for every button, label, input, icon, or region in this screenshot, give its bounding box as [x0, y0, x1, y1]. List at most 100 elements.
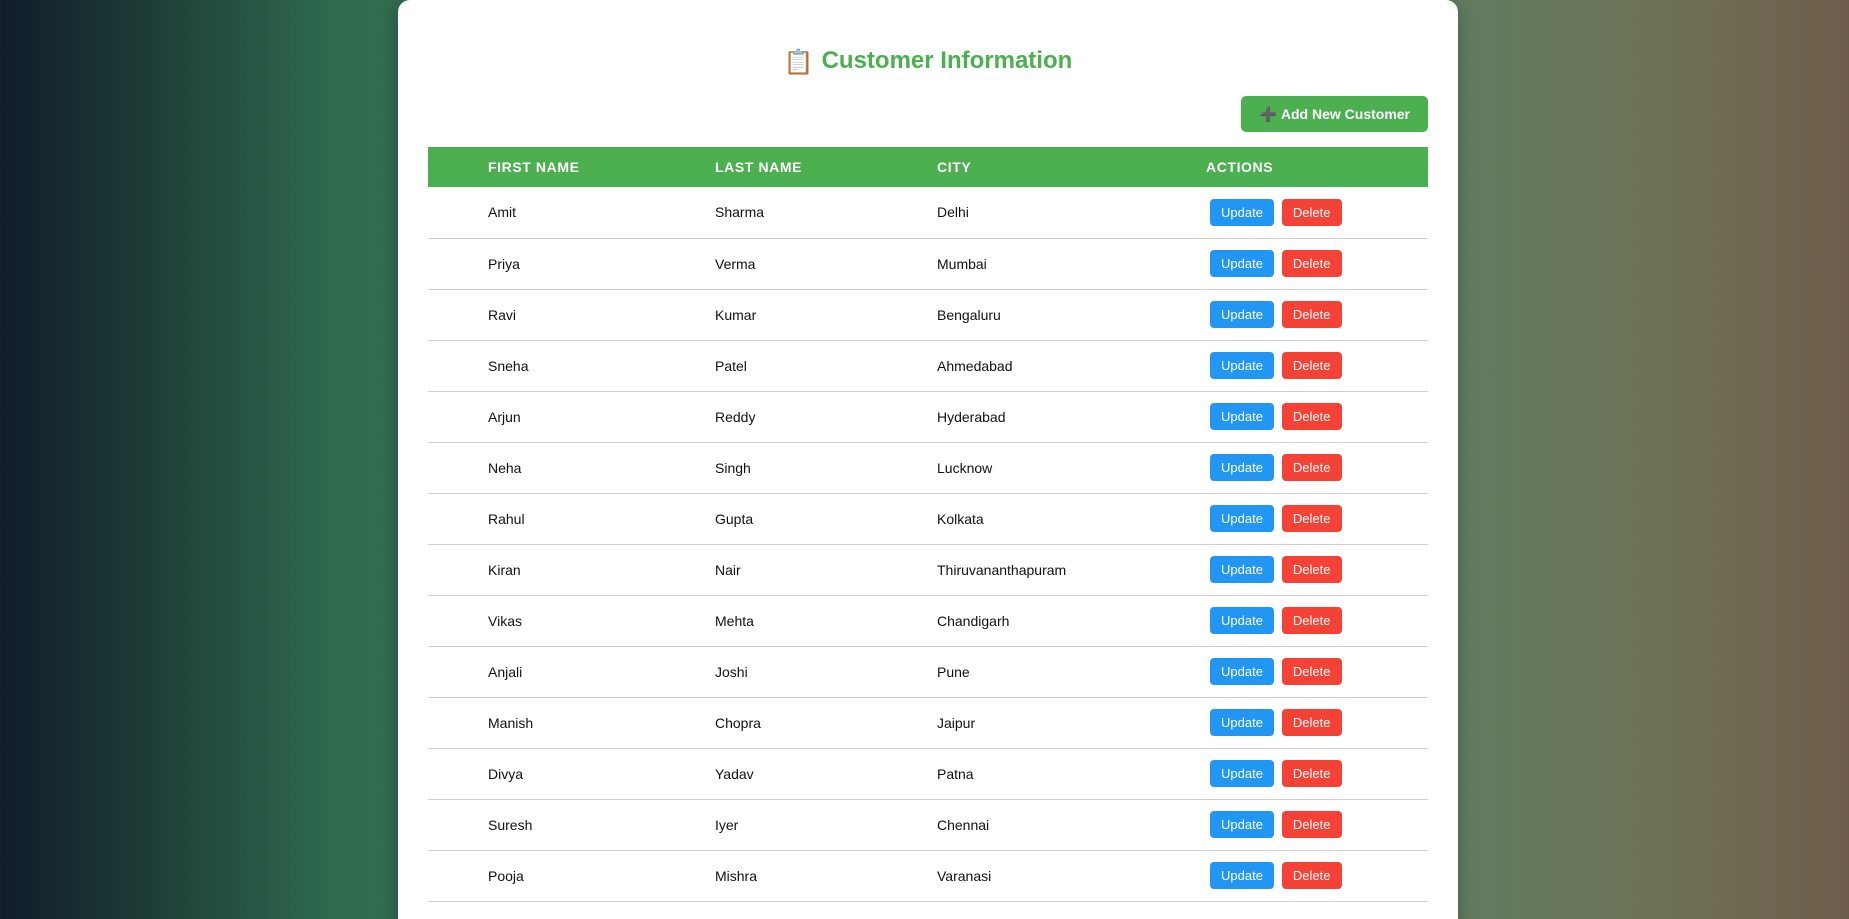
delete-button[interactable]: Delete: [1281, 505, 1342, 532]
delete-button[interactable]: Delete: [1281, 556, 1342, 583]
table-row: Manish Chopra Jaipur Update Delete: [428, 697, 1428, 748]
table-row: Neha Singh Lucknow Update Delete: [428, 442, 1428, 493]
header-first-name: FIRST NAME: [488, 159, 580, 175]
header-last-name: LAST NAME: [715, 159, 803, 175]
cell-city: Chandigarh: [937, 612, 1010, 629]
update-button[interactable]: Update: [1210, 352, 1274, 379]
table-row: Pooja Mishra Varanasi Update Delete: [428, 850, 1428, 901]
cell-city: Lucknow: [937, 459, 993, 476]
clipboard-icon: 📋: [783, 49, 814, 76]
table-row: Divya Yadav Patna Update Delete: [428, 748, 1428, 799]
table-row: Arjun Reddy Hyderabad Update Delete: [428, 391, 1428, 442]
delete-button[interactable]: Delete: [1281, 403, 1342, 430]
cell-last-name: Reddy: [715, 408, 756, 425]
table-row: Sneha Patel Ahmedabad Update Delete: [428, 340, 1428, 391]
update-button[interactable]: Update: [1210, 709, 1274, 736]
update-button[interactable]: Update: [1210, 250, 1274, 277]
cell-actions: Update Delete: [1203, 799, 1428, 850]
cell-actions: Update Delete: [1203, 238, 1428, 289]
cell-actions: Update Delete: [1203, 646, 1428, 697]
cell-city: Thiruvananthapuram: [937, 561, 1067, 578]
cell-actions: Update Delete: [1203, 442, 1428, 493]
update-button[interactable]: Update: [1210, 607, 1274, 634]
delete-button[interactable]: Delete: [1281, 862, 1342, 889]
delete-button[interactable]: Delete: [1281, 760, 1342, 787]
cell-last-name: Joshi: [715, 663, 748, 680]
cell-first-name: Sneha: [488, 357, 529, 374]
cell-last-name: Mishra: [715, 867, 758, 884]
cell-actions: Update Delete: [1203, 595, 1428, 646]
update-button[interactable]: Update: [1210, 454, 1274, 481]
cell-actions: Update Delete: [1203, 289, 1428, 340]
cell-city: Kolkata: [937, 510, 984, 527]
cell-last-name: Singh: [715, 459, 751, 476]
cell-last-name: Patel: [715, 357, 747, 374]
cell-city: Delhi: [937, 204, 969, 221]
cell-city: Bengaluru: [937, 306, 1001, 323]
table-row: Suresh Iyer Chennai Update Delete: [428, 799, 1428, 850]
cell-city: Jaipur: [937, 714, 976, 731]
header-actions: ACTIONS: [1206, 159, 1274, 175]
update-button[interactable]: Update: [1210, 505, 1274, 532]
cell-first-name: Ravi: [488, 306, 517, 323]
cell-city: Ahmedabad: [937, 357, 1013, 374]
delete-button[interactable]: Delete: [1281, 607, 1342, 634]
cell-city: Mumbai: [937, 255, 987, 272]
add-new-customer-button[interactable]: ➕ Add New Customer: [1241, 96, 1428, 132]
update-button[interactable]: Update: [1210, 760, 1274, 787]
delete-button[interactable]: Delete: [1281, 811, 1342, 838]
cell-city: Hyderabad: [937, 408, 1006, 425]
update-button[interactable]: Update: [1210, 658, 1274, 685]
add-new-customer-label: Add New Customer: [1280, 106, 1410, 122]
page-title: 📋 Customer Information: [398, 45, 1458, 79]
table-body: Amit Sharma Delhi Update Delete Priya Verma Mum…: [428, 187, 1428, 901]
update-button[interactable]: Update: [1210, 403, 1274, 430]
cell-first-name: Pooja: [488, 867, 524, 884]
cell-last-name: Sharma: [715, 204, 765, 221]
cell-last-name: Verma: [715, 255, 756, 272]
page-title-text: Customer Information: [821, 47, 1073, 74]
delete-button[interactable]: Delete: [1281, 658, 1342, 685]
delete-button[interactable]: Delete: [1281, 352, 1342, 379]
delete-button[interactable]: Delete: [1281, 301, 1342, 328]
cell-city: Varanasi: [937, 867, 992, 884]
cell-first-name: Divya: [488, 765, 524, 782]
update-button[interactable]: Update: [1210, 811, 1274, 838]
cell-first-name: Anjali: [488, 663, 523, 680]
table-row: Amit Sharma Delhi Update Delete: [428, 187, 1428, 238]
customer-card: 📋 Customer Information ➕ Add New Customer…: [398, 0, 1458, 919]
cell-first-name: Kiran: [488, 561, 521, 578]
cell-first-name: Amit: [488, 204, 516, 221]
cell-first-name: Arjun: [488, 408, 521, 425]
cell-city: Patna: [937, 765, 974, 782]
cell-last-name: Mehta: [715, 612, 754, 629]
update-button[interactable]: Update: [1210, 862, 1274, 889]
cell-actions: Update Delete: [1203, 493, 1428, 544]
delete-button[interactable]: Delete: [1281, 709, 1342, 736]
cell-last-name: Iyer: [715, 816, 739, 833]
header-city: CITY: [937, 159, 972, 175]
delete-button[interactable]: Delete: [1281, 198, 1342, 226]
delete-button[interactable]: Delete: [1281, 250, 1342, 277]
customer-table: FIRST NAME LAST NAME CITY ACTIONS Amit Sh…: [428, 147, 1428, 902]
table-header: FIRST NAME LAST NAME CITY ACTIONS: [428, 147, 1428, 187]
table-row: Rahul Gupta Kolkata Update Delete: [428, 493, 1428, 544]
table-row: Priya Verma Mumbai Update Delete: [428, 238, 1428, 289]
update-button[interactable]: Update: [1210, 198, 1274, 226]
update-button[interactable]: Update: [1210, 301, 1274, 328]
table-row: Kiran Nair Thiruvananthapuram Update Delete: [428, 544, 1428, 595]
cell-first-name: Neha: [488, 459, 522, 476]
cell-last-name: Chopra: [715, 714, 761, 731]
cell-actions: Update Delete: [1203, 850, 1428, 901]
table-row: Anjali Joshi Pune Update Delete: [428, 646, 1428, 697]
cell-first-name: Priya: [488, 255, 520, 272]
cell-city: Chennai: [937, 816, 990, 833]
cell-city: Pune: [937, 663, 970, 680]
cell-last-name: Yadav: [715, 765, 754, 782]
table-row: Ravi Kumar Bengaluru Update Delete: [428, 289, 1428, 340]
update-button[interactable]: Update: [1210, 556, 1274, 583]
cell-actions: Update Delete: [1203, 748, 1428, 799]
cell-first-name: Vikas: [488, 612, 522, 629]
cell-actions: Update Delete: [1203, 340, 1428, 391]
delete-button[interactable]: Delete: [1281, 454, 1342, 481]
